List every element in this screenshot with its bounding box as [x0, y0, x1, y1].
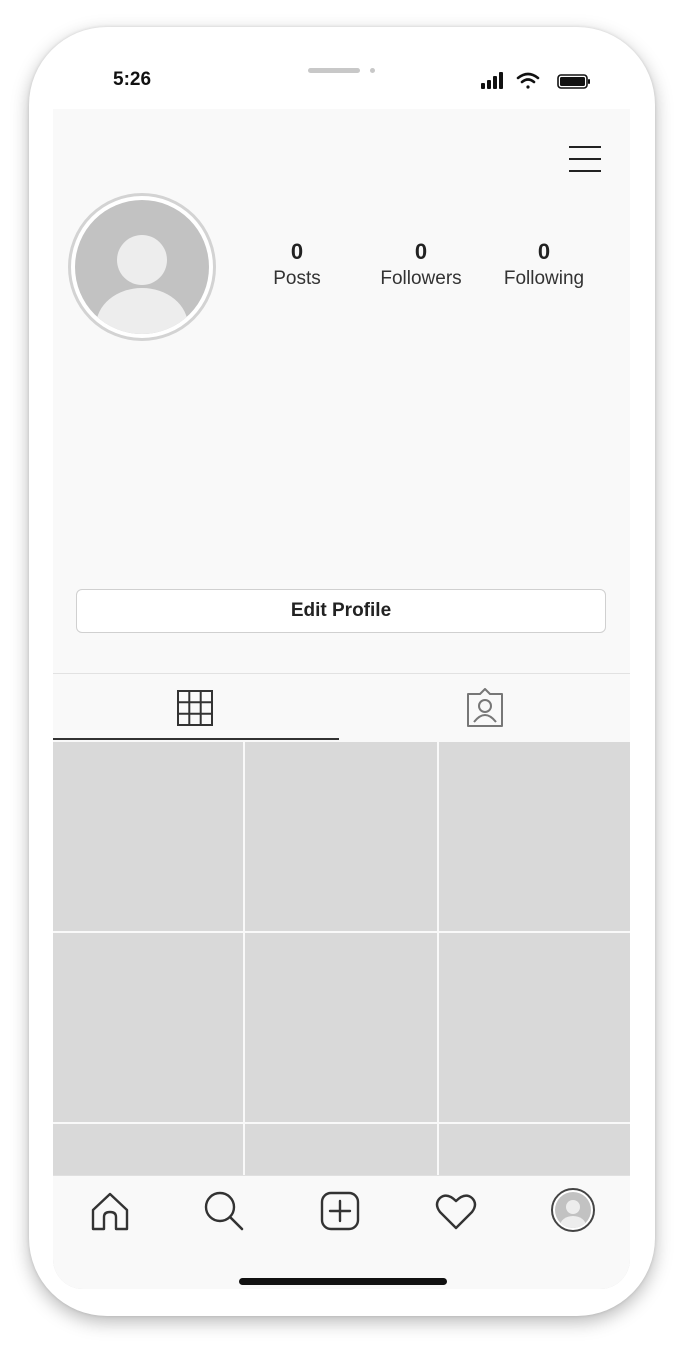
posts-label: Posts [273, 268, 321, 289]
nav-profile[interactable] [548, 1185, 598, 1235]
grid-icon [177, 690, 213, 726]
home-icon [91, 1192, 129, 1231]
default-avatar-icon [75, 200, 209, 334]
post-placeholder[interactable] [439, 742, 630, 931]
nav-activity[interactable] [431, 1186, 481, 1236]
tagged-person-icon [467, 688, 503, 727]
wifi-icon [516, 72, 540, 89]
battery-icon [557, 74, 590, 89]
home-indicator[interactable] [239, 1278, 447, 1285]
cellular-signal-icon [481, 72, 503, 89]
heart-icon [435, 1194, 477, 1230]
front-camera [370, 68, 375, 73]
post-placeholder[interactable] [53, 933, 243, 1122]
nav-search[interactable] [199, 1186, 249, 1236]
posts-count: 0 [290, 239, 304, 264]
followers-label: Followers [380, 268, 462, 289]
following-count: 0 [537, 239, 551, 264]
bottom-navigation [53, 1175, 630, 1289]
speaker-grille [308, 68, 360, 73]
nav-home[interactable] [85, 1186, 135, 1236]
add-post-icon [320, 1191, 360, 1231]
status-icons [479, 71, 595, 91]
phone-frame: 5:26 0 Posts 0 Followers 0 Following Edi… [29, 27, 655, 1316]
tab-posts-grid[interactable] [53, 674, 341, 742]
post-placeholder[interactable] [439, 933, 630, 1122]
search-icon [204, 1191, 244, 1231]
profile-screen: 0 Posts 0 Followers 0 Following Edit Pro… [53, 109, 630, 1289]
edit-profile-button[interactable]: Edit Profile [76, 589, 606, 633]
following-stat[interactable]: 0 Following [479, 239, 609, 291]
post-placeholder[interactable] [245, 742, 437, 931]
hamburger-menu-icon[interactable] [567, 143, 603, 175]
status-time: 5:26 [113, 69, 152, 90]
profile-avatar[interactable] [68, 193, 216, 341]
followers-stat[interactable]: 0 Followers [356, 239, 486, 291]
followers-count: 0 [414, 239, 428, 264]
nav-add-post[interactable] [315, 1186, 365, 1236]
posts-grid [53, 742, 630, 1289]
profile-avatar-icon [551, 1188, 595, 1232]
selected-tab-indicator [53, 738, 339, 740]
post-placeholder[interactable] [245, 933, 437, 1122]
posts-stat[interactable]: 0 Posts [232, 239, 362, 291]
tab-tagged[interactable] [342, 674, 630, 742]
following-label: Following [503, 268, 585, 289]
post-placeholder[interactable] [53, 742, 243, 931]
